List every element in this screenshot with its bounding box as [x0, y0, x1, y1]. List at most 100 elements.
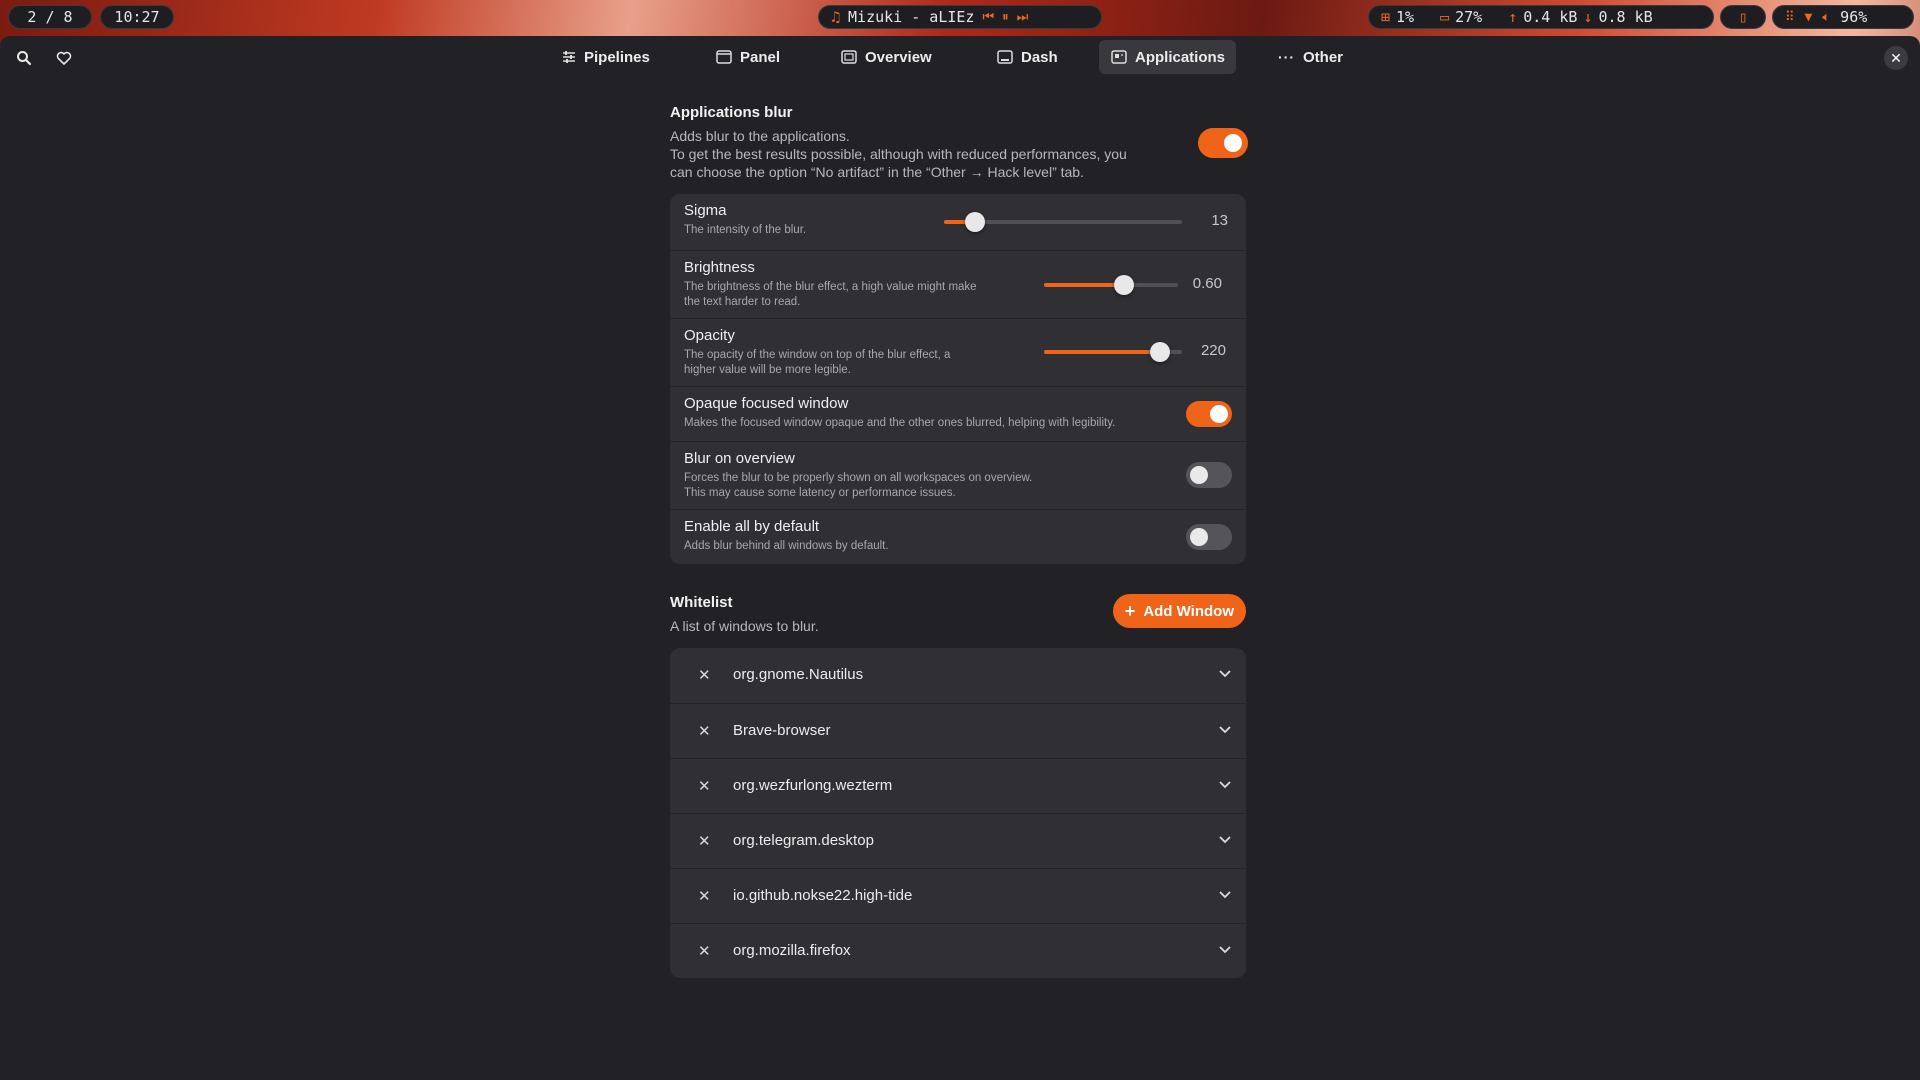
slider-thumb[interactable] [1150, 342, 1170, 362]
workspace-label: 2 / 8 [27, 8, 73, 26]
clock-label: 10:27 [114, 8, 160, 26]
chevron-down-icon[interactable] [1218, 887, 1232, 901]
remove-icon[interactable]: ✕ [698, 777, 711, 795]
whitelist-item[interactable]: ✕ io.github.nokse22.high-tide [670, 868, 1246, 923]
overview-icon [841, 50, 857, 64]
sigma-slider[interactable] [944, 212, 1182, 232]
ram-usage: 27% [1455, 8, 1483, 26]
chevron-down-icon[interactable] [1218, 942, 1232, 956]
row-title: Brightness [684, 259, 755, 276]
close-icon: ✕ [1890, 49, 1902, 66]
enable-all-toggle[interactable] [1186, 524, 1232, 550]
opacity-row: Opacity The opacity of the window on top… [670, 318, 1246, 386]
header-bar: Pipelines Panel Overview Dash Applicatio… [0, 36, 1920, 78]
blur-overview-toggle[interactable] [1186, 462, 1232, 488]
music-note-icon: ♫ [831, 8, 841, 26]
subtitle-line: The opacity of the window on top of the … [684, 349, 951, 361]
tab-overview[interactable]: Overview [829, 40, 944, 74]
remove-icon[interactable]: ✕ [698, 942, 711, 960]
workspace-indicator[interactable]: 2 / 8 [8, 5, 92, 29]
download-speed: 0.8 kB [1598, 8, 1653, 26]
tab-applications[interactable]: Applications [1099, 40, 1236, 74]
chevron-down-icon[interactable] [1218, 722, 1232, 736]
applications-blur-title: Applications blur [670, 104, 793, 121]
row-title: Sigma [684, 202, 727, 219]
row-title: Blur on overview [684, 450, 795, 467]
applications-blur-description: Adds blur to the applications. To get th… [670, 127, 1246, 181]
whitelist-item[interactable]: ✕ org.gnome.Nautilus [670, 648, 1246, 703]
subtitle-line: higher value will be more legible. [684, 364, 851, 376]
close-button[interactable]: ✕ [1884, 46, 1908, 70]
battery-level: 96% [1840, 8, 1868, 26]
blur-settings-card: Sigma The intensity of the blur. 13 Brig… [670, 194, 1246, 564]
toggle-knob [1224, 134, 1242, 152]
brightness-slider[interactable] [1044, 275, 1178, 295]
volume-icon: 🔈︎ [1822, 9, 1831, 25]
preferences-window: Pipelines Panel Overview Dash Applicatio… [0, 36, 1920, 1080]
whitelist-item[interactable]: ✕ org.wezfurlong.wezterm [670, 758, 1246, 813]
sigma-row: Sigma The intensity of the blur. 13 [670, 194, 1246, 250]
remove-icon[interactable]: ✕ [698, 887, 711, 905]
panel-icon [716, 50, 732, 64]
system-top-bar: 2 / 8 10:27 ♫ Mizuki - aLIEz ⏮ ⏸ ⏭ ⊞ 1% … [0, 0, 1920, 34]
media-player: ♫ Mizuki - aLIEz ⏮ ⏸ ⏭ [818, 5, 1102, 29]
tab-panel[interactable]: Panel [704, 40, 792, 74]
media-track-label: Mizuki - aLIEz [848, 8, 975, 26]
enable-all-row: Enable all by default Adds blur behind a… [670, 509, 1246, 564]
opacity-slider[interactable] [1044, 342, 1182, 362]
quick-settings[interactable]: ⠿ ▼ 🔈︎ 96% [1772, 5, 1914, 29]
toggle-knob [1190, 528, 1208, 546]
slider-thumb[interactable] [1114, 275, 1134, 295]
next-track-icon[interactable]: ⏭ [1017, 10, 1029, 25]
dash-icon [997, 50, 1013, 64]
tab-dash[interactable]: Dash [985, 40, 1070, 74]
toggle-knob [1210, 405, 1228, 423]
remove-icon[interactable]: ✕ [698, 722, 711, 740]
whitelist-item[interactable]: ✕ Brave-browser [670, 703, 1246, 758]
whitelist-item-name: Brave-browser [733, 722, 831, 739]
previous-track-icon[interactable]: ⏮ [982, 10, 994, 25]
donate-button[interactable] [51, 45, 77, 71]
whitelist-card: ✕ org.gnome.Nautilus ✕ Brave-browser ✕ o… [670, 648, 1246, 978]
search-button[interactable] [11, 45, 37, 71]
clipboard-button[interactable]: ▯ [1720, 5, 1766, 29]
upload-speed: 0.4 kB [1523, 8, 1578, 26]
whitelist-item[interactable]: ✕ org.mozilla.firefox [670, 923, 1246, 978]
pause-icon[interactable]: ⏸ [1002, 10, 1009, 25]
applications-blur-header: Applications blur Adds blur to the appli… [670, 104, 1246, 180]
blur-overview-row: Blur on overview Forces the blur to be p… [670, 441, 1246, 509]
cpu-icon: ⊞ [1381, 8, 1391, 26]
brightness-row: Brightness The brightness of the blur ef… [670, 250, 1246, 318]
tab-other[interactable]: ··· Other [1266, 40, 1355, 74]
opaque-focused-toggle[interactable] [1186, 401, 1232, 427]
slider-thumb[interactable] [965, 212, 985, 232]
chevron-down-icon[interactable] [1218, 832, 1232, 846]
subtitle-line: Forces the blur to be properly shown on … [684, 472, 1033, 484]
applications-icon [1111, 50, 1127, 64]
chevron-down-icon[interactable] [1218, 666, 1232, 680]
clock[interactable]: 10:27 [100, 5, 174, 29]
tab-label: Panel [740, 48, 781, 66]
add-window-button[interactable]: + Add Window [1112, 594, 1246, 628]
opacity-value: 220 [1200, 342, 1226, 359]
clipboard-icon: ▯ [1738, 8, 1748, 26]
description-line: can choose the option “No artifact” in t… [670, 164, 1084, 180]
row-subtitle: The brightness of the blur effect, a hig… [684, 280, 977, 310]
tab-pipelines[interactable]: Pipelines [550, 40, 662, 74]
remove-icon[interactable]: ✕ [698, 832, 711, 850]
whitelist-item-name: org.wezfurlong.wezterm [733, 777, 893, 794]
subtitle-line: the text harder to read. [684, 296, 801, 308]
remove-icon[interactable]: ✕ [698, 666, 711, 684]
tab-label: Overview [865, 48, 932, 66]
whitelist-item[interactable]: ✕ org.telegram.desktop [670, 813, 1246, 868]
upload-arrow-icon: ↑ [1508, 8, 1518, 26]
cpu-usage: 1% [1396, 8, 1415, 26]
more-icon: ··· [1278, 49, 1295, 65]
system-stats: ⊞ 1% ▭ 27% ↑ 0.4 kB ↓ 0.8 kB [1368, 5, 1714, 29]
chevron-down-icon[interactable] [1218, 777, 1232, 791]
brightness-value: 0.60 [1192, 275, 1222, 292]
tab-label: Dash [1021, 48, 1058, 66]
applications-blur-toggle[interactable] [1200, 130, 1246, 156]
slider-fill [1044, 350, 1160, 354]
tab-label: Pipelines [584, 48, 650, 66]
